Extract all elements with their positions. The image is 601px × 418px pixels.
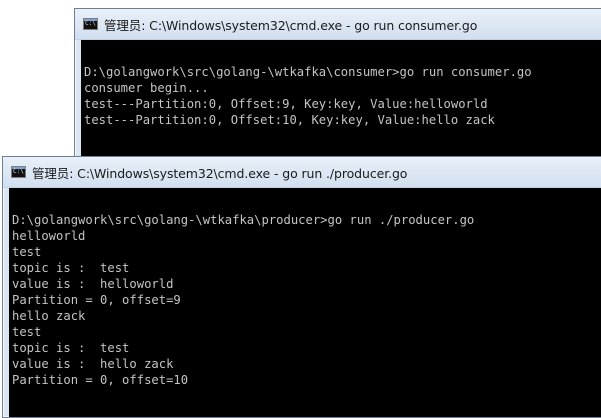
console-line: D:\golangwork\src\golang-\wtkafka\consum… xyxy=(84,65,532,79)
consumer-console-output[interactable]: D:\golangwork\src\golang-\wtkafka\consum… xyxy=(81,40,601,169)
console-line: Partition = 0, offset=9 xyxy=(12,293,181,307)
consumer-title-bar[interactable]: C:\ 管理员: C:\Windows\system32\cmd.exe - g… xyxy=(75,9,601,40)
console-line: test xyxy=(12,245,42,259)
console-line: test---Partition:0, Offset:9, Key:key, V… xyxy=(84,97,488,111)
producer-title-bar[interactable]: C:\ 管理员: C:\Windows\system32\cmd.exe - g… xyxy=(3,157,601,188)
console-line: helloworld xyxy=(12,229,86,243)
cmd-icon: C:\ xyxy=(11,166,26,178)
consumer-cmd-window[interactable]: C:\ 管理员: C:\Windows\system32\cmd.exe - g… xyxy=(74,8,601,170)
producer-window-title: 管理员: C:\Windows\system32\cmd.exe - go ru… xyxy=(32,165,408,181)
console-line: test xyxy=(12,325,42,339)
console-line: value is : helloworld xyxy=(12,277,174,291)
console-line: D:\golangwork\src\golang-\wtkafka\produc… xyxy=(12,213,475,227)
console-line: Partition = 0, offset=10 xyxy=(12,373,189,387)
consumer-window-title: 管理员: C:\Windows\system32\cmd.exe - go ru… xyxy=(104,17,478,33)
console-line: topic is : test xyxy=(12,261,130,275)
console-line: value is : hello zack xyxy=(12,357,174,371)
cmd-icon: C:\ xyxy=(83,18,98,30)
producer-cmd-window[interactable]: C:\ 管理员: C:\Windows\system32\cmd.exe - g… xyxy=(2,156,601,418)
producer-console-output[interactable]: D:\golangwork\src\golang-\wtkafka\produc… xyxy=(9,188,601,417)
console-line: test---Partition:0, Offset:10, Key:key, … xyxy=(84,113,495,127)
console-line: topic is : test xyxy=(12,341,130,355)
console-line: consumer begin... xyxy=(84,81,209,95)
console-line: hello zack xyxy=(12,309,86,323)
